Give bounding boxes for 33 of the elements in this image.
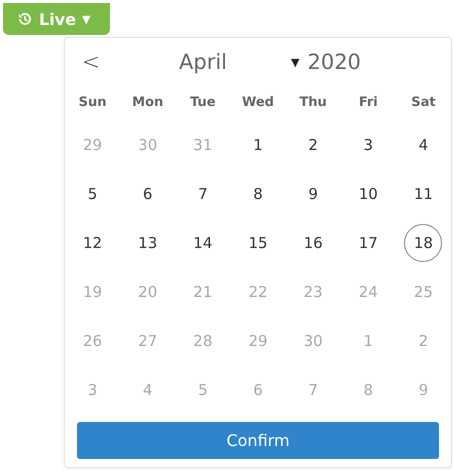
day-cell[interactable]: 11 xyxy=(404,174,442,212)
live-button[interactable]: Live ▼ xyxy=(3,3,110,35)
confirm-button[interactable]: Confirm xyxy=(77,422,439,459)
day-cell[interactable]: 4 xyxy=(404,126,442,164)
dropdown-caret-icon[interactable]: ▼ xyxy=(291,56,300,68)
day-cell[interactable]: 17 xyxy=(349,224,388,262)
weekday-label: Sat xyxy=(410,94,437,112)
day-cell[interactable]: 16 xyxy=(294,224,332,262)
weekday-label: Thu xyxy=(298,94,328,112)
day-cell[interactable]: 13 xyxy=(128,224,167,262)
weekday-label: Mon xyxy=(131,94,164,112)
year-label[interactable]: 2020 xyxy=(307,50,361,74)
day-cell[interactable]: 3 xyxy=(349,126,388,164)
day-cell[interactable]: 9 xyxy=(294,174,332,212)
day-cell[interactable]: 15 xyxy=(238,224,277,262)
weekday-label: Sun xyxy=(78,94,108,112)
day-cell[interactable]: 1 xyxy=(238,126,277,164)
day-cell[interactable]: 6 xyxy=(128,174,167,212)
weekday-label: Wed xyxy=(240,94,275,112)
day-cell[interactable]: 7 xyxy=(184,174,222,212)
day-cell[interactable]: 14 xyxy=(184,224,222,262)
caret-icon: ▼ xyxy=(82,12,90,26)
day-cell[interactable]: 12 xyxy=(74,224,112,262)
day-cell[interactable]: 10 xyxy=(349,174,388,212)
day-cell[interactable]: 18 xyxy=(404,224,442,262)
previous-month-button[interactable]: < xyxy=(81,50,101,74)
month-select[interactable]: April xyxy=(179,50,279,74)
weekday-label: Tue xyxy=(189,94,217,112)
weekday-label: Fri xyxy=(358,94,379,112)
history-icon xyxy=(17,11,33,27)
day-cell[interactable]: 2 xyxy=(294,126,332,164)
day-cell[interactable]: 8 xyxy=(238,174,277,212)
day-cell[interactable]: 5 xyxy=(74,174,112,212)
